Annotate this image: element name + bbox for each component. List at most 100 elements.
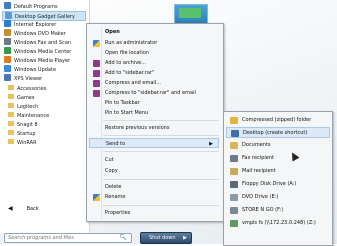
menu-item-pin-to-start-menu[interactable]: Pin to Start Menu [89,108,219,118]
desktop-icon [231,130,239,137]
winrar-icon [93,70,100,77]
menu-item-pin-to-taskbar[interactable]: Pin to Taskbar [89,98,219,108]
shield-icon [93,194,100,201]
send-to-network-drive[interactable]: vmpls fs (\\172.23.0.248) (Z:) [226,218,330,229]
menu-item-rename[interactable]: Rename [89,192,219,202]
folder-label: Snagit 8 [17,122,38,128]
send-to-documents[interactable]: Documents [226,140,330,151]
menu-separator [103,135,219,136]
menu-item-label: Compress and email... [105,80,161,86]
send-to-submenu: Compressed (zipped) folder Desktop (crea… [223,111,333,246]
folder-icon [8,130,14,135]
back-label: Back [26,206,39,212]
menu-item-label: Open file location [105,50,149,56]
internet-explorer-icon [4,20,11,27]
folder-startup[interactable]: Startup [8,130,36,138]
mail-icon [230,168,238,175]
shutdown-button[interactable]: Shut down ▶ [140,232,192,244]
menu-item-open-file-location[interactable]: Open file location [89,48,219,58]
send-to-desktop-shortcut[interactable]: Desktop (create shortcut) [226,127,330,138]
menu-item-restore-previous-versions[interactable]: Restore previous versions [89,123,219,133]
folder-snagit[interactable]: Snagit 8 [8,121,38,129]
program-xps-viewer[interactable]: XPS Viewer [2,74,86,84]
xps-viewer-icon [4,74,11,81]
folder-label: Maintenance [17,113,50,119]
program-label: XPS Viewer [14,76,43,82]
folder-icon [8,103,14,108]
menu-item-compress-to-sidebar-email[interactable]: Compress to "sidebar.rar" and email [89,88,219,98]
menu-item-label: DVD Drive (E:) [242,194,279,200]
menu-item-label: Floppy Disk Drive (A:) [242,181,297,187]
fax-icon [230,155,238,162]
dvd-drive-icon [230,194,238,201]
usb-drive-icon [230,207,238,214]
menu-item-label: Pin to Start Menu [105,110,149,116]
menu-item-label: Delete [105,184,122,190]
menu-item-send-to[interactable]: Send to ▶ [89,138,219,148]
program-label: Default Programs [14,4,58,10]
folder-accessories[interactable]: Accessories [8,85,46,93]
menu-item-label: Compress to "sidebar.rar" and email [105,90,196,96]
folder-label: Startup [17,131,36,137]
menu-item-label: Run as administrator [105,40,158,46]
send-to-dvd-drive[interactable]: DVD Drive (E:) [226,192,330,203]
menu-item-label: Desktop (create shortcut) [243,130,308,136]
media-center-icon [4,47,11,54]
send-to-store-n-go[interactable]: STORE N GO (F:) [226,205,330,216]
submenu-arrow-icon: ▶ [209,141,213,147]
program-label: Windows DVD Maker [14,31,66,37]
menu-item-label: Compressed (zipped) folder [242,117,312,123]
folder-label: WinRAR [17,140,37,146]
folder-icon [8,85,14,90]
shutdown-options-arrow-icon[interactable]: ▶ [183,233,187,243]
folder-maintenance[interactable]: Maintenance [8,112,49,120]
winrar-icon [93,80,100,87]
winrar-icon [93,90,100,97]
documents-icon [230,142,238,149]
menu-separator [103,120,219,121]
default-programs-icon [4,2,11,9]
send-to-fax-recipient[interactable]: Fax recipient [226,153,330,164]
menu-separator [103,151,219,152]
menu-item-copy[interactable]: Copy [89,166,219,176]
program-label: Internet Explorer [14,22,57,28]
folder-icon [8,112,14,117]
search-box[interactable]: 🔍︎ [4,233,132,243]
send-to-compressed-folder[interactable]: Compressed (zipped) folder [226,115,330,126]
menu-item-cut[interactable]: Cut [89,155,219,165]
menu-item-label: Pin to Taskbar [105,100,140,106]
menu-item-add-to-sidebar-rar[interactable]: Add to "sidebar.rar" [89,68,219,78]
menu-item-label: Copy [105,168,118,174]
back-button[interactable]: ◀ Back [8,205,39,212]
folder-label: Logitech [17,104,39,110]
shield-icon [93,40,100,47]
menu-item-properties[interactable]: Properties [89,208,219,218]
menu-separator [103,179,219,180]
context-menu: Open Run as administrator Open file loca… [86,23,224,222]
folder-icon [8,94,14,99]
windows-update-icon [4,65,11,72]
menu-item-label: STORE N GO (F:) [242,207,284,213]
folder-games[interactable]: Games [8,94,35,102]
back-arrow-icon: ◀ [8,205,13,212]
folder-logitech[interactable]: Logitech [8,103,38,111]
send-to-mail-recipient[interactable]: Mail recipient [226,166,330,177]
menu-item-label: Mail recipient [242,168,276,174]
send-to-floppy-drive[interactable]: Floppy Disk Drive (A:) [226,179,330,190]
search-input[interactable] [8,234,108,242]
program-label: Windows Fax and Scan [14,40,72,46]
search-icon[interactable]: 🔍︎ [119,234,127,241]
program-label: Windows Media Center [14,49,72,55]
menu-item-compress-and-email[interactable]: Compress and email... [89,78,219,88]
menu-item-add-to-archive[interactable]: Add to archive... [89,58,219,68]
menu-item-delete[interactable]: Delete [89,182,219,192]
folder-winrar[interactable]: WinRAR [8,139,37,147]
network-drive-icon [230,220,238,227]
menu-item-label: Rename [105,194,126,200]
menu-item-run-as-administrator[interactable]: Run as administrator [89,38,219,48]
folder-icon [8,121,14,126]
program-label: Windows Media Player [14,58,71,64]
start-menu-programs-panel: Default Programs Desktop Gadget Gallery … [0,0,90,233]
menu-item-open[interactable]: Open [89,27,219,37]
floppy-icon [230,181,238,188]
